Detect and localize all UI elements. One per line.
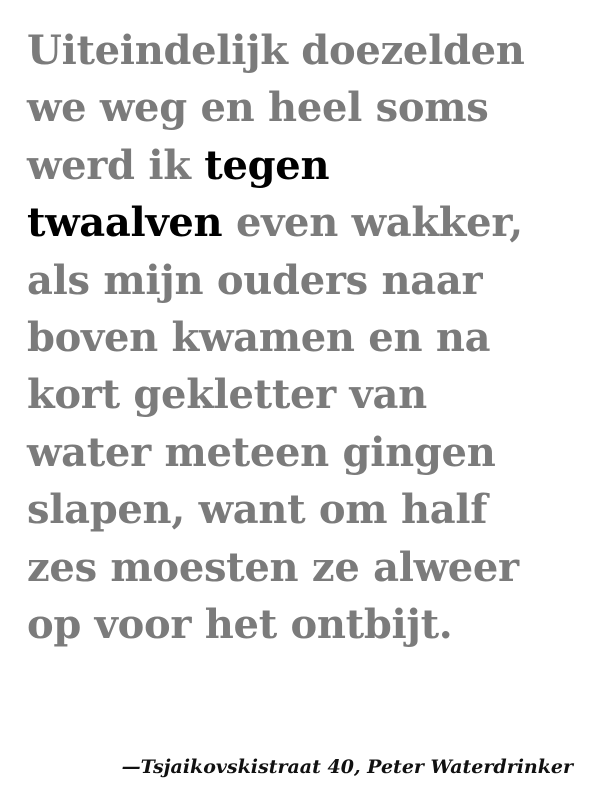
- quote-line: we weg en heel soms: [27, 79, 587, 136]
- quote-line: boven kwamen en na: [27, 309, 587, 366]
- quote-segment: zes moesten ze alweer: [27, 543, 519, 591]
- quote-segment: op voor het ontbijt.: [27, 601, 453, 649]
- quote-line: als mijn ouders naar: [27, 252, 587, 309]
- quote-segment: boven kwamen en na: [27, 314, 491, 362]
- quote-line: water meteen gingen: [27, 424, 587, 481]
- quote-segment: water meteen gingen: [27, 428, 496, 476]
- quote-segment: even wakker,: [222, 199, 523, 247]
- quote-emphasis: twaalven: [27, 199, 223, 247]
- quote-line: op voor het ontbijt.: [27, 596, 587, 653]
- quote-segment: als mijn ouders naar: [27, 256, 483, 304]
- quote-emphasis: tegen: [204, 141, 330, 189]
- quote-segment: slapen, want om half: [27, 486, 488, 534]
- attribution: —Tsjaikovskistraat 40, Peter Waterdrinke…: [121, 756, 573, 778]
- quote-line: zes moesten ze alweer: [27, 539, 587, 596]
- quote-line: twaalven even wakker,: [27, 194, 587, 251]
- quote-segment: kort gekletter van: [27, 371, 427, 419]
- quote-line: werd ik tegen: [27, 137, 587, 194]
- quote-segment: Uiteindelijk doezelden: [27, 27, 525, 74]
- quote-segment: werd ik: [27, 141, 205, 189]
- quote-segment: we weg en heel soms: [27, 84, 489, 132]
- quote-text: Uiteindelijk doezelden we weg en heel so…: [27, 22, 587, 653]
- quote-line: Uiteindelijk doezelden: [27, 22, 587, 79]
- quote-line: kort gekletter van: [27, 366, 587, 423]
- quote-line: slapen, want om half: [27, 481, 587, 538]
